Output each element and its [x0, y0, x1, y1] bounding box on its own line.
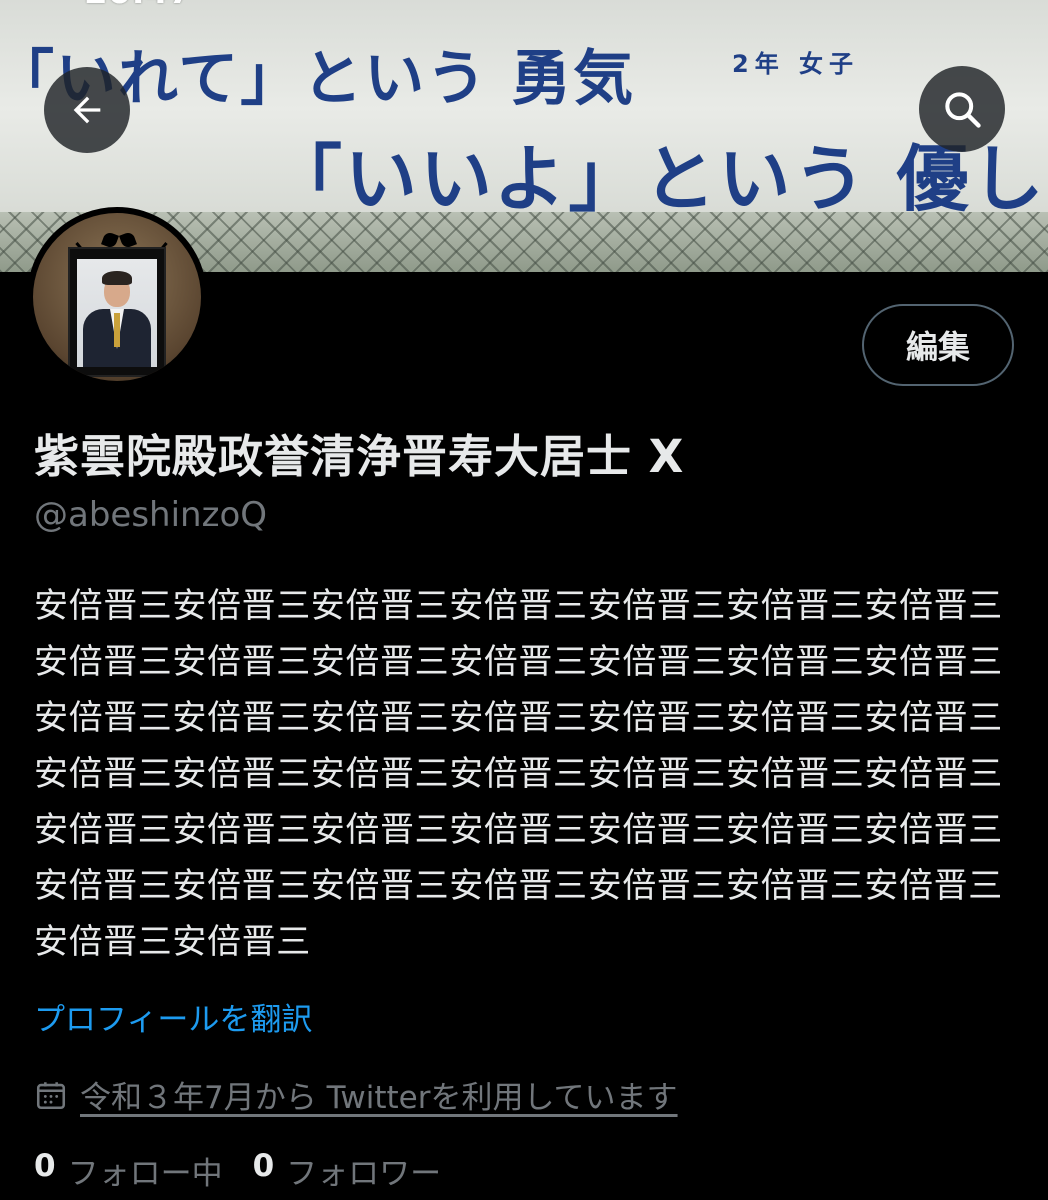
status-time: 20:47 [84, 0, 192, 12]
following-label: フォロー中 [67, 1156, 223, 1192]
profile-avatar[interactable] [27, 207, 207, 387]
following-link[interactable]: 0 フォロー中 [34, 1148, 223, 1193]
memorial-portrait-frame [68, 247, 166, 377]
search-icon [945, 92, 981, 128]
search-button[interactable] [919, 66, 1005, 152]
translate-profile-link[interactable]: プロフィールを翻訳 [34, 994, 312, 1039]
network-type: 4G [838, 0, 880, 7]
back-button[interactable] [44, 67, 130, 153]
status-bar: 20:47 4G 89 [0, 0, 1048, 12]
profile-bio: 安倍晋三安倍晋三安倍晋三安倍晋三安倍晋三安倍晋三安倍晋三安倍晋三安倍晋三安倍晋三… [34, 586, 1003, 962]
follow-stats: 0 フォロー中 0 フォロワー [34, 1148, 441, 1193]
followers-label: フォロワー [286, 1156, 442, 1192]
back-arrow-icon [73, 96, 101, 124]
joined-date: 令和３年7月から Twitterを利用しています [34, 1072, 678, 1117]
edit-profile-button[interactable]: 編集 [862, 304, 1014, 386]
display-name: 紫雲院殿政誉清浄晋寿大居士 X [34, 430, 685, 483]
followers-link[interactable]: 0 フォロワー [253, 1148, 442, 1193]
followers-count: 0 [252, 1148, 275, 1184]
banner-grade-text: 2年 女子 [732, 50, 860, 78]
calendar-icon [36, 1081, 66, 1109]
following-count: 0 [34, 1148, 56, 1184]
joined-date-text: 令和３年7月から Twitterを利用しています [80, 1080, 678, 1116]
avatar-image [33, 213, 201, 381]
user-handle: @abeshinzoQ [34, 495, 268, 535]
mourning-ribbon-icon [103, 233, 135, 249]
